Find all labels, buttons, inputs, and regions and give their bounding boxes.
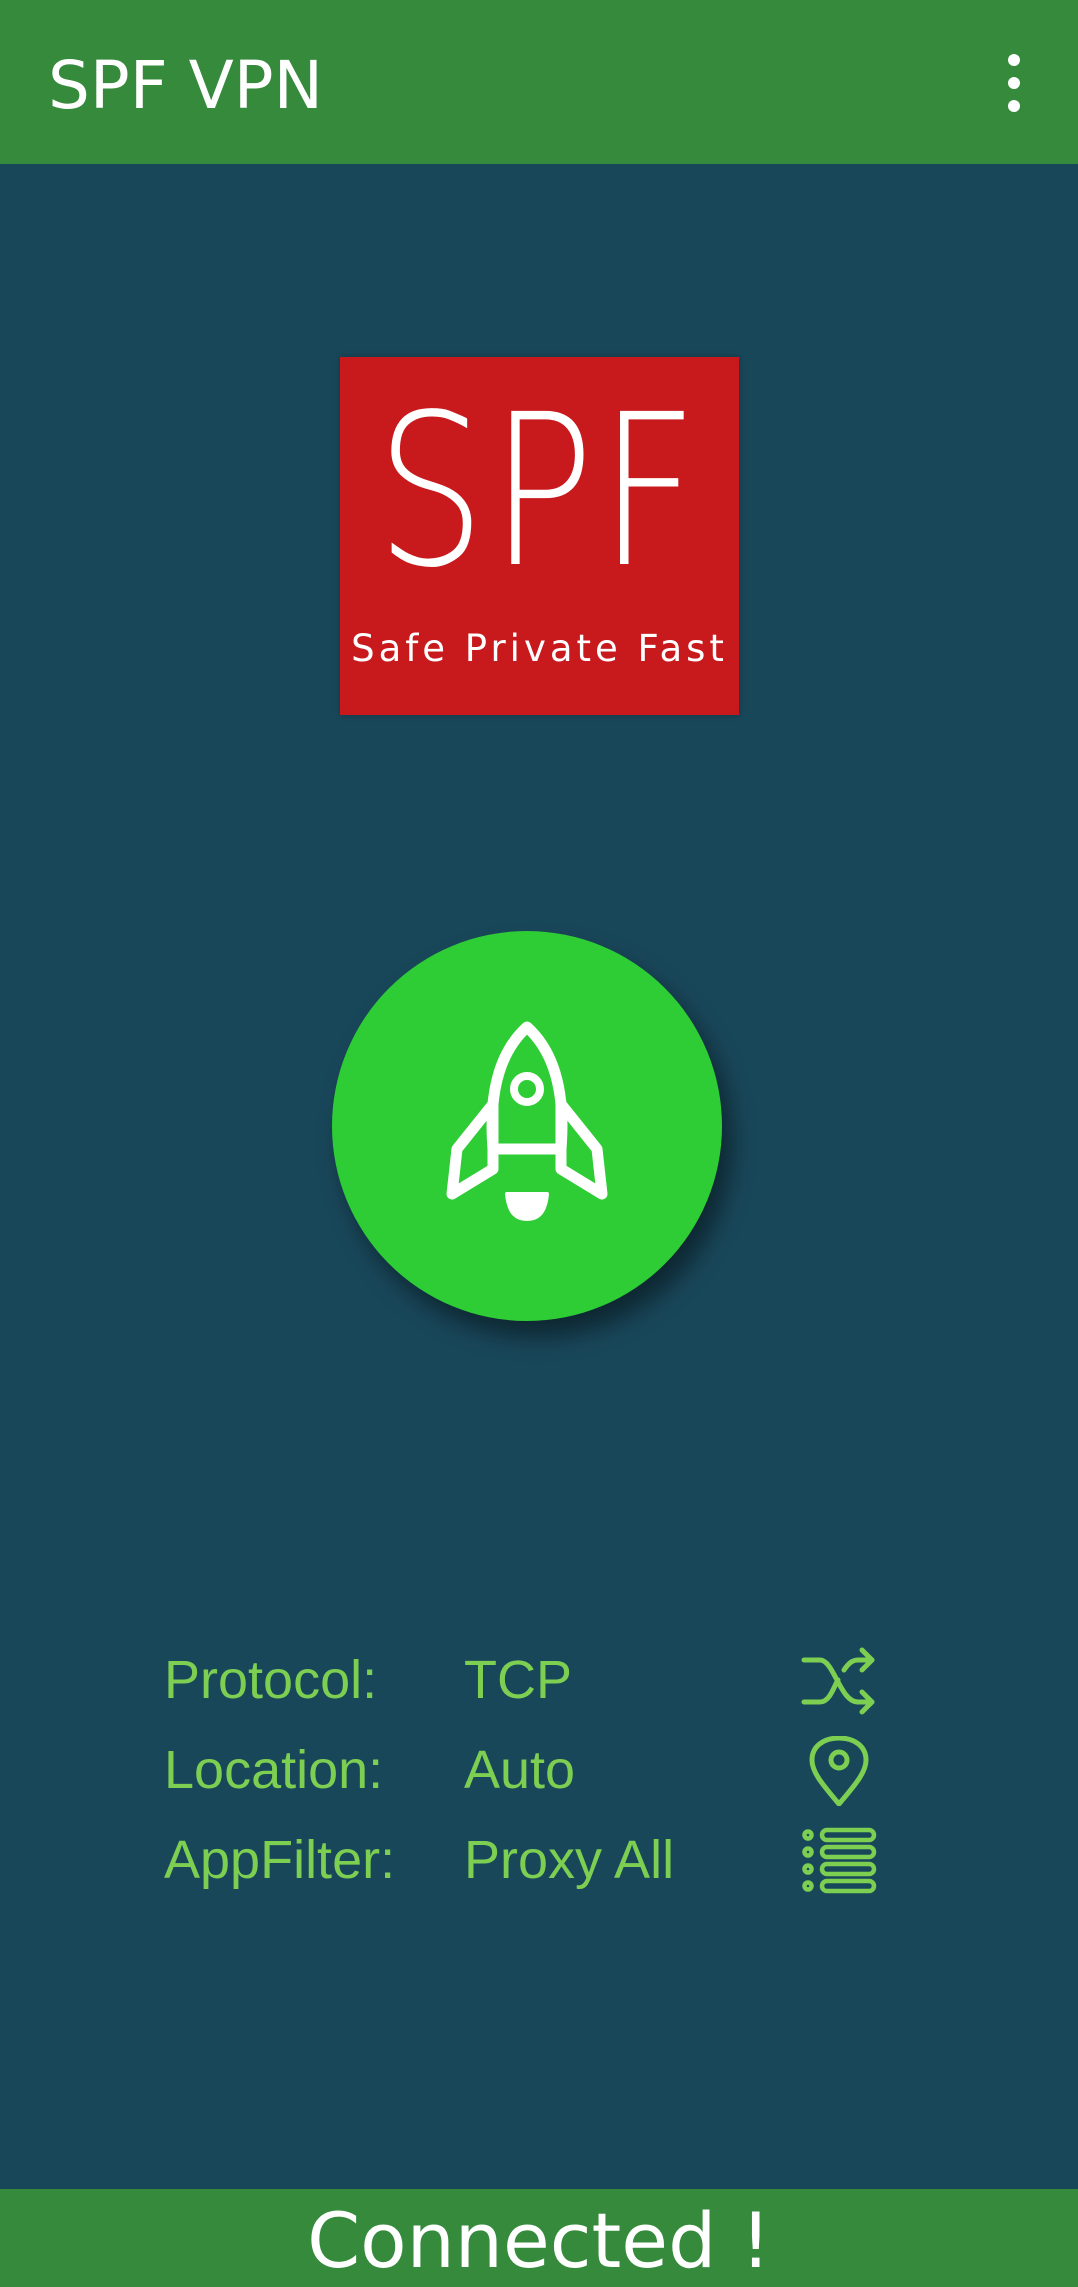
appfilter-value: Proxy All — [464, 1830, 675, 1890]
connect-button[interactable] — [332, 931, 722, 1321]
location-row[interactable]: Location: Auto — [164, 1730, 904, 1810]
app-bar: SPF VPN — [0, 0, 1078, 164]
more-vert-icon[interactable] — [984, 48, 1044, 118]
protocol-row[interactable]: Protocol: TCP — [164, 1640, 904, 1720]
protocol-label: Protocol: — [164, 1650, 378, 1710]
appfilter-row[interactable]: AppFilter: Proxy All — [164, 1820, 904, 1900]
shuffle-icon[interactable] — [800, 1646, 878, 1716]
logo-tagline: Safe Private Fast — [351, 627, 728, 670]
appfilter-label: AppFilter: — [164, 1830, 396, 1890]
rocket-icon — [446, 1021, 608, 1221]
protocol-value: TCP — [464, 1650, 572, 1710]
logo-text: SPF — [376, 369, 703, 614]
location-value: Auto — [464, 1740, 576, 1800]
app-logo: SPF Safe Private Fast — [340, 357, 739, 715]
list-icon[interactable] — [800, 1826, 878, 1896]
app-title: SPF VPN — [48, 47, 323, 124]
location-pin-icon[interactable] — [800, 1736, 878, 1806]
location-label: Location: — [164, 1740, 384, 1800]
connection-status: Connected ! — [307, 2196, 771, 2285]
